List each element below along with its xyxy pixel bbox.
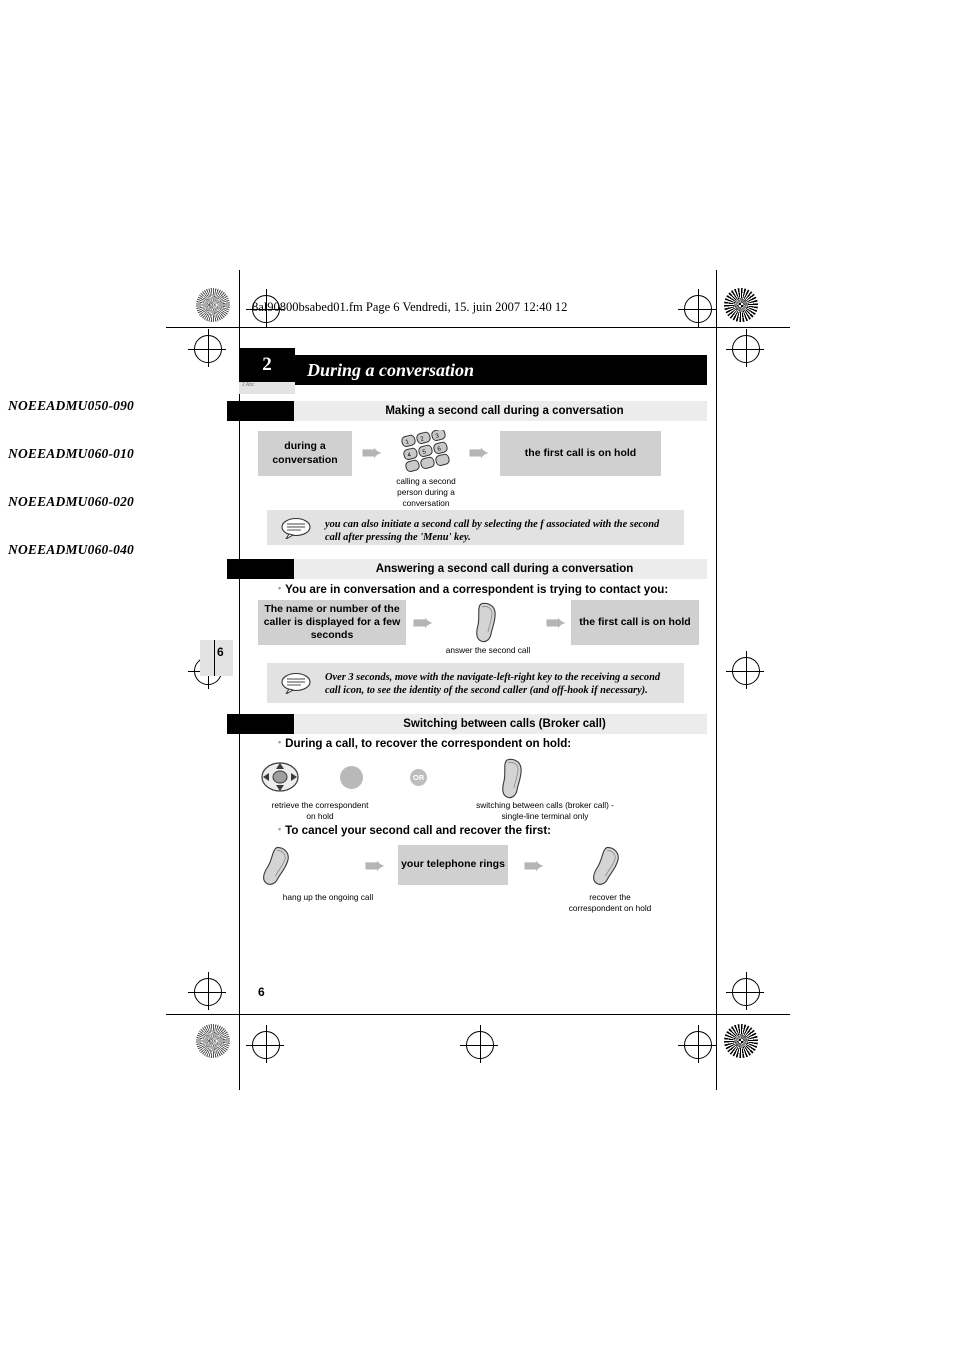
handset-icon-hangup — [256, 842, 302, 894]
section-title: Making a second call during a conversati… — [385, 405, 624, 417]
step-box-during-conversation: during a conversation — [258, 431, 352, 476]
crop-line-top — [166, 327, 790, 328]
note-text: you can also initiate a second call by s… — [325, 519, 660, 543]
navigator-key-icon — [260, 760, 300, 796]
page-number: 6 — [217, 645, 224, 659]
speech-bubble-icon — [281, 672, 313, 696]
rosette-mark-bottom-left — [196, 1024, 230, 1058]
caption-hang-up-ongoing-call: hang up the ongoing call — [282, 892, 374, 902]
keypad-icon: 1 2 3 4 5 6 — [398, 428, 454, 472]
section-title: Answering a second call during a convers… — [375, 563, 634, 575]
rosette-mark-top-right — [724, 288, 758, 322]
section-title: Switching between calls (Broker call) — [403, 718, 606, 730]
crosshair-right-bottom — [732, 978, 760, 1006]
handset-icon-switching — [498, 757, 532, 801]
step-box-first-call-on-hold-1: the first call is on hold — [500, 431, 661, 476]
bullet-text: To cancel your second call and recover t… — [285, 824, 552, 837]
margin-code-0: NOEEADMU050-090 — [8, 398, 135, 413]
step-box-first-call-on-hold-2: the first call is on hold — [571, 600, 699, 645]
bullet-answering: • You are in conversation and a correspon… — [278, 583, 668, 596]
step-box-caller-displayed: The name or number of the caller is disp… — [258, 600, 406, 645]
crop-line-bottom — [166, 1014, 790, 1015]
rosette-mark-top-left — [196, 288, 230, 322]
crosshair-bottom-center — [466, 1031, 494, 1059]
page-tab-rule — [214, 640, 215, 676]
file-header-line: 8al90800bsabed01.fm Page 6 Vendredi, 15.… — [252, 300, 568, 314]
page-number-tab: 6 — [200, 640, 233, 676]
chapter-number: 2 — [239, 348, 295, 382]
note-box-making-second-call: you can also initiate a second call by s… — [267, 510, 684, 545]
arrow-icon-1: ➨ — [361, 438, 383, 468]
crop-line-right — [716, 270, 717, 1090]
section-marker-black — [227, 714, 294, 734]
crosshair-bottom-right-inner — [684, 1031, 712, 1059]
caption-answer-second-call: answer the second call — [445, 645, 531, 655]
footer-page-number: 6 — [258, 985, 265, 999]
grey-key-icon — [340, 766, 363, 789]
step-box-telephone-rings: your telephone rings — [398, 845, 508, 885]
bullet-dot-icon: • — [278, 737, 282, 747]
arrow-icon-6: ➨ — [523, 851, 545, 881]
margin-code-list: NOEEADMU050-090 NOEEADMU060-010 NOEEADMU… — [8, 398, 198, 590]
or-badge: OR — [410, 769, 427, 786]
handset-icon-answer — [472, 601, 506, 645]
margin-code-1: NOEEADMU060-010 — [8, 446, 135, 461]
caption-retrieve-correspondent: retrieve the correspondent on hold — [271, 800, 369, 822]
bullet-dot-icon: • — [278, 824, 282, 834]
crosshair-right-top — [732, 335, 760, 363]
chapter-title-bar: During a conversation — [295, 355, 707, 385]
document-page: 8al90800bsabed01.fm Page 6 Vendredi, 15.… — [0, 0, 954, 1351]
speech-bubble-icon — [281, 517, 313, 540]
bullet-dot-icon: • — [278, 583, 282, 593]
page-title: During a conversation — [307, 359, 475, 380]
section-header-switching-between-calls: Switching between calls (Broker call) — [227, 714, 707, 734]
note-box-answering-second-call: Over 3 seconds, move with the navigate-l… — [267, 663, 684, 703]
handset-icon-recover — [586, 842, 632, 894]
margin-code-3: NOEEADMU060-040 — [8, 542, 135, 557]
section-header-making-second-call: Making a second call during a conversati… — [227, 401, 707, 421]
section-marker-black — [227, 401, 294, 421]
chapter-number-sub: 2 Abc — [239, 382, 295, 394]
caption-recover-correspondent: recover the correspondent on hold — [568, 892, 652, 914]
section-marker-black — [227, 559, 294, 579]
crosshair-bottom-left-inner — [252, 1031, 280, 1059]
crosshair-left-top — [194, 335, 222, 363]
rosette-mark-bottom-right — [724, 1024, 758, 1058]
caption-calling-second-person: calling a second person during a convers… — [396, 476, 456, 509]
bullet-cancel-second-call: • To cancel your second call and recover … — [278, 824, 551, 837]
crosshair-left-bottom — [194, 978, 222, 1006]
margin-code-2: NOEEADMU060-020 — [8, 494, 135, 509]
arrow-icon-4: ➨ — [545, 608, 567, 638]
note-text: Over 3 seconds, move with the navigate-l… — [325, 672, 661, 696]
crosshair-top-right-inner — [684, 295, 712, 323]
crosshair-right-mid — [732, 657, 760, 685]
bullet-text: You are in conversation and a correspond… — [285, 583, 669, 596]
caption-switching-between-calls: switching between calls (broker call) - … — [476, 800, 614, 822]
bullet-text: During a call, to recover the correspond… — [285, 737, 572, 750]
arrow-icon-5: ➨ — [364, 851, 386, 881]
section-header-answering-second-call: Answering a second call during a convers… — [227, 559, 707, 579]
bullet-during-a-call: • During a call, to recover the correspon… — [278, 737, 571, 750]
arrow-icon-2: ➨ — [468, 438, 490, 468]
arrow-icon-3: ➨ — [412, 608, 434, 638]
